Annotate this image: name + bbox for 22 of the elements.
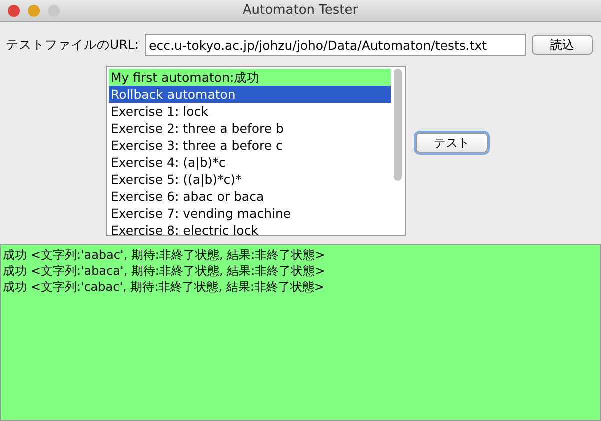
list-item[interactable]: Exercise 3: three a before c: [109, 137, 391, 154]
load-button[interactable]: 読込: [532, 35, 593, 55]
url-label: テストファイルのURL:: [6, 36, 140, 54]
list-item[interactable]: Exercise 5: ((a|b)*c)*: [109, 171, 391, 188]
list-item[interactable]: Exercise 8: electric lock: [109, 222, 391, 235]
list-item[interactable]: Exercise 7: vending machine: [109, 205, 391, 222]
result-line: 成功 <文字列:'cabac', 期待:非終了状態, 結果:非終了状態>: [3, 279, 326, 295]
result-line: 成功 <文字列:'aabac', 期待:非終了状態, 結果:非終了状態>: [3, 247, 326, 263]
list-item[interactable]: Exercise 6: abac or baca: [109, 188, 391, 205]
result-line: 成功 <文字列:'abaca', 期待:非終了状態, 結果:非終了状態>: [3, 263, 326, 279]
minimize-button[interactable]: [28, 4, 40, 16]
list-item[interactable]: My first automaton:成功: [109, 69, 391, 86]
scrollbar-thumb[interactable]: [394, 69, 402, 181]
list-item[interactable]: Exercise 1: lock: [109, 103, 391, 120]
url-field[interactable]: ecc.u-tokyo.ac.jp/johzu/joho/Data/Automaton/tests.txt: [145, 34, 526, 56]
list-item[interactable]: Exercise 4: (a|b)*c: [109, 154, 391, 171]
list-item[interactable]: Exercise 2: three a before b: [109, 120, 391, 137]
close-button[interactable]: [8, 4, 20, 16]
list-item[interactable]: Rollback automaton: [109, 86, 391, 103]
test-button[interactable]: テスト: [416, 133, 488, 153]
window-title: Automaton Tester: [242, 2, 358, 18]
zoom-button[interactable]: [48, 4, 60, 16]
